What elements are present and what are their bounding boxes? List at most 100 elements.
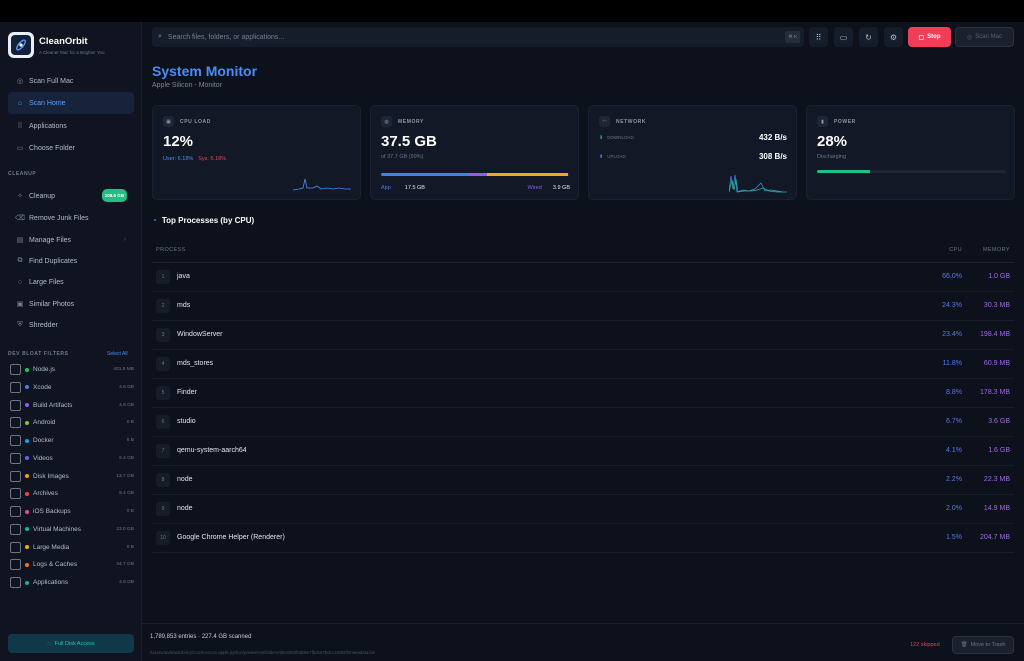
filter-item[interactable]: Archives 9.1 GB xyxy=(10,487,134,500)
search-input[interactable]: Search files, folders, or applications..… xyxy=(168,34,284,41)
filter-item[interactable]: Docker 5 B xyxy=(10,434,134,447)
filter-item[interactable]: iOS Backups 0 B xyxy=(10,505,134,518)
cpu-value: 12% xyxy=(163,133,194,150)
nav-similar-photos[interactable]: ▣ Similar Photos xyxy=(8,293,134,315)
col-memory: MEMORY xyxy=(982,247,1010,253)
upload-value: 308 B/s xyxy=(758,152,787,161)
checkbox[interactable] xyxy=(10,452,21,464)
nav-shredder[interactable]: ⛨ Shredder xyxy=(8,314,134,336)
stop-button[interactable]: ▢ Stop xyxy=(908,27,951,47)
filter-size: 0 B xyxy=(126,509,134,514)
filter-color-dot xyxy=(25,491,29,496)
checkbox[interactable] xyxy=(10,364,21,375)
checkbox[interactable] xyxy=(10,577,21,588)
nav-large-files[interactable]: ○ Large Files xyxy=(8,271,134,293)
nav-scan-home[interactable]: ⌂ Scan Home xyxy=(8,92,134,114)
row-rank: 6 xyxy=(156,415,170,429)
filter-item[interactable]: Large Media 0 B xyxy=(10,541,134,554)
filter-color-dot xyxy=(25,562,29,567)
filter-item[interactable]: Disk Images 13.7 GB xyxy=(10,470,134,483)
process-memory: 22.3 MB xyxy=(983,476,1010,483)
process-name: Finder xyxy=(177,389,197,396)
download-value: 432 B/s xyxy=(758,133,787,142)
settings-button[interactable]: ⚙ xyxy=(884,27,903,47)
process-name: java xyxy=(177,273,190,280)
memory-wired-value: 3.9 GB xyxy=(552,185,570,191)
filter-size: 5 B xyxy=(126,438,134,443)
checkbox[interactable] xyxy=(10,470,21,482)
process-memory: 1.6 GB xyxy=(988,447,1010,454)
filter-color-dot xyxy=(25,420,29,425)
nav-scan-full-mac[interactable]: ◎ Scan Full Mac xyxy=(8,70,134,92)
table-row[interactable]: 4 mds_stores 11.8% 60.9 MB xyxy=(152,350,1014,379)
move-to-trash-button[interactable]: 🗑 Move to Trash xyxy=(952,636,1014,654)
memory-icon: ◍ xyxy=(381,116,392,127)
checkbox[interactable] xyxy=(10,488,21,500)
trash-icon: ⌫ xyxy=(15,215,25,222)
filter-item[interactable]: Applications 4.6 GB xyxy=(10,576,134,589)
refresh-icon: ↻ xyxy=(865,32,872,42)
filter-item[interactable]: Logs & Caches 34.7 GB xyxy=(10,558,134,571)
filter-item[interactable]: Node.js 401.9 MB xyxy=(10,363,134,376)
table-row[interactable]: 6 studio 6.7% 3.6 GB xyxy=(152,408,1014,437)
filter-item[interactable]: Virtual Machines 23.0 GB xyxy=(10,523,134,536)
nav-remove-junk[interactable]: ⌫ Remove Junk Files xyxy=(8,207,134,229)
scan-mac-button[interactable]: ◎ Scan Mac xyxy=(955,27,1014,47)
grid-view-button[interactable]: ⠿ xyxy=(809,27,828,47)
filter-item[interactable]: Build Artifacts 4.8 GB xyxy=(10,399,134,412)
checkbox[interactable] xyxy=(10,559,21,571)
circle-icon: ○ xyxy=(17,278,23,286)
checkbox[interactable] xyxy=(10,417,21,429)
monitor-button[interactable]: ▭ xyxy=(834,27,853,47)
process-name: qemu-system-aarch64 xyxy=(177,447,247,454)
filter-color-dot xyxy=(25,438,29,443)
nav-applications[interactable]: ⠿ Applications xyxy=(8,115,134,137)
filter-item[interactable]: Xcode 4.6 GB xyxy=(10,381,134,394)
process-cpu: 2.0% xyxy=(946,505,962,512)
checkbox[interactable] xyxy=(10,435,21,446)
nav-find-duplicates[interactable]: ⧉ Find Duplicates xyxy=(8,250,134,272)
process-memory: 198.4 MB xyxy=(980,331,1010,338)
processes-title: ◔ Top Processes (by CPU) xyxy=(152,216,255,225)
full-disk-access-button[interactable]: ◌ Full Disk Access xyxy=(8,634,134,653)
checkbox[interactable] xyxy=(10,541,21,553)
process-name: mds xyxy=(177,302,191,309)
process-memory: 30.3 MB xyxy=(983,302,1010,309)
process-cpu: 2.2% xyxy=(946,476,962,483)
target-icon: ◎ xyxy=(16,78,24,85)
filter-item[interactable]: Android 0 B xyxy=(10,416,134,429)
checkbox[interactable] xyxy=(10,399,21,411)
filter-item[interactable]: Videos 6.4 GB xyxy=(10,452,134,465)
row-rank: 2 xyxy=(156,299,170,313)
brand: CleanOrbit A Cleaner Mac for a Brighter … xyxy=(8,32,105,58)
checkbox[interactable] xyxy=(10,381,21,393)
grid-icon: ⠿ xyxy=(815,32,822,42)
checkbox[interactable] xyxy=(10,523,21,535)
refresh-button[interactable]: ↻ xyxy=(859,27,878,47)
nav-cleanup[interactable]: ✧ Cleanup 108.6 GB xyxy=(8,185,134,207)
checkbox[interactable] xyxy=(10,506,21,517)
table-row[interactable]: 7 qemu-system-aarch64 4.1% 1.6 GB xyxy=(152,437,1014,466)
process-name: Google Chrome Helper (Renderer) xyxy=(177,534,285,541)
table-row[interactable]: 10 Google Chrome Helper (Renderer) 1.5% 204… xyxy=(152,524,1014,553)
table-row[interactable]: 3 WindowServer 23.4% 198.4 MB xyxy=(152,321,1014,350)
process-memory: 178.3 MB xyxy=(980,389,1010,396)
table-row[interactable]: 9 node 2.0% 14.9 MB xyxy=(152,495,1014,524)
nav-manage-files[interactable]: ▤ Manage Files › xyxy=(8,229,134,251)
memory-card: ◍ MEMORY 37.5 GB of 37.7 GB (99%) App 17.… xyxy=(370,105,579,200)
table-row[interactable]: 5 Finder 8.8% 178.3 MB xyxy=(152,379,1014,408)
filter-color-dot xyxy=(25,367,29,372)
process-cpu: 6.7% xyxy=(946,418,962,425)
table-row[interactable]: 1 java 66.0% 1.0 GB xyxy=(152,263,1014,292)
cpu-icon: ▣ xyxy=(163,116,174,127)
select-all-link[interactable]: Select All xyxy=(107,351,128,357)
filter-color-dot xyxy=(25,509,29,514)
upload-icon: ⬆ xyxy=(599,153,604,160)
search-bar[interactable]: ⌕ Search files, folders, or applications… xyxy=(152,27,804,47)
power-label: POWER xyxy=(834,118,856,125)
process-memory: 14.9 MB xyxy=(983,505,1010,512)
nav-choose-folder[interactable]: ▭ Choose Folder xyxy=(8,137,134,159)
process-table-header: PROCESS CPU MEMORY xyxy=(152,244,1014,263)
table-row[interactable]: 8 node 2.2% 22.3 MB xyxy=(152,466,1014,495)
table-row[interactable]: 2 mds 24.3% 30.3 MB xyxy=(152,292,1014,321)
